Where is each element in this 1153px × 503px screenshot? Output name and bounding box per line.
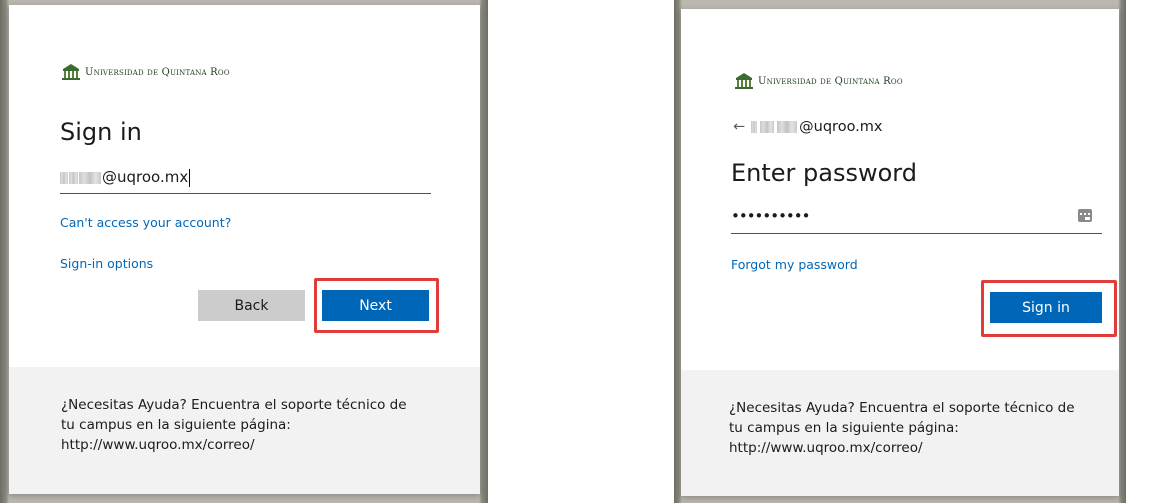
redacted-username [751,121,758,133]
org-logo: Universidad de Quintana Roo [61,63,230,81]
university-crest-icon [61,63,81,81]
page-title: Enter password [731,159,917,187]
identity-domain: @uqroo.mx [799,119,883,135]
text-cursor [189,168,191,187]
redacted-username [79,171,101,184]
identity-banner[interactable]: ← @uqroo.mx [733,119,883,135]
university-crest-icon [734,72,754,90]
help-text: ¿Necesitas Ayuda? Encuentra el soporte t… [61,395,431,455]
password-dialog: Universidad de Quintana Roo ← @uqroo.mx … [681,9,1119,496]
highlight-box [981,280,1117,337]
help-text-line: ¿Necesitas Ayuda? Encuentra el soporte t… [61,397,407,413]
password-field[interactable]: •••••••••• [731,205,1102,234]
email-field[interactable]: @uqroo.mx [60,165,431,194]
page-title: Sign in [60,118,142,146]
help-text-line: tu campus en la siguiente página: [61,417,291,433]
help-text-line: ¿Necesitas Ayuda? Encuentra el soporte t… [729,400,1075,416]
highlight-box [314,278,439,333]
help-url: http://www.uqroo.mx/correo/ [729,440,923,456]
back-button[interactable]: Back [198,290,305,321]
org-name: Universidad de Quintana Roo [758,75,903,87]
redacted-username [760,121,775,133]
cant-access-account-link[interactable]: Can't access your account? [60,215,231,230]
org-name: Universidad de Quintana Roo [85,66,230,78]
signin-options-link[interactable]: Sign-in options [60,256,153,271]
redacted-username [69,171,78,184]
password-mask: •••••••••• [731,207,810,225]
help-url: http://www.uqroo.mx/correo/ [61,437,255,453]
show-password-icon[interactable] [1078,209,1092,222]
email-domain: @uqroo.mx [102,168,189,186]
help-footer: ¿Necesitas Ayuda? Encuentra el soporte t… [9,367,480,494]
signin-dialog: Universidad de Quintana Roo Sign in @uqr… [9,5,480,494]
back-arrow-icon[interactable]: ← [733,119,745,135]
forgot-password-link[interactable]: Forgot my password [731,257,858,272]
help-text: ¿Necesitas Ayuda? Encuentra el soporte t… [729,398,1099,458]
help-footer: ¿Necesitas Ayuda? Encuentra el soporte t… [681,370,1119,496]
redacted-username [60,171,68,184]
org-logo: Universidad de Quintana Roo [734,72,903,90]
help-text-line: tu campus en la siguiente página: [729,420,959,436]
redacted-username [777,121,798,133]
